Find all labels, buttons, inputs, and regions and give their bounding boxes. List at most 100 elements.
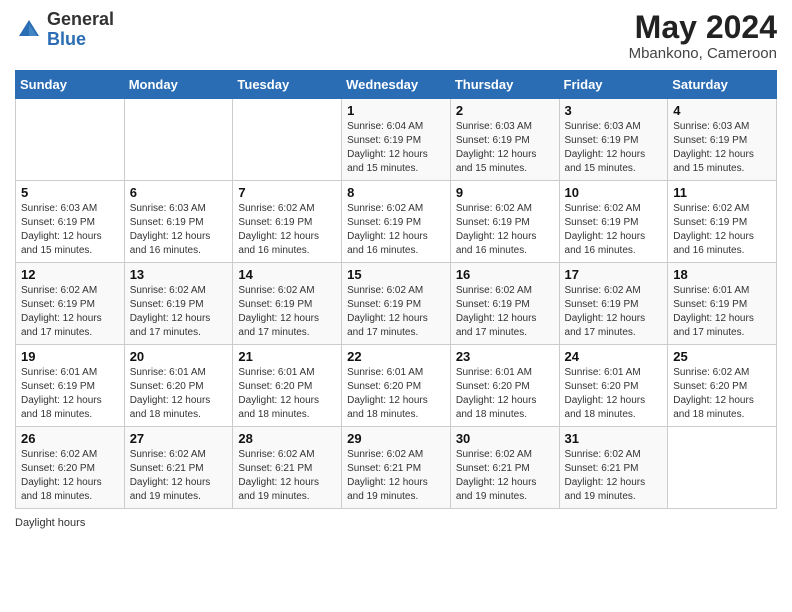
table-row: 24Sunrise: 6:01 AM Sunset: 6:20 PM Dayli… xyxy=(559,345,668,427)
table-row: 22 Sunrise: 6:01 AM Sunset: 6:20 PM Dayli… xyxy=(342,345,451,427)
day-info: Sunrise: 6:02 AM Sunset: 6:19 PM Dayligh… xyxy=(565,284,663,340)
day-number: 11 xyxy=(673,185,771,200)
title-block: May 2024 Mbankono, Cameroon xyxy=(629,10,777,62)
table-row: 12 Sunrise: 6:02 AM Sunset: 6:19 PM Dayli… xyxy=(16,263,125,345)
day-info: Sunrise: 6:03 AM Sunset: 6:19 PM Dayligh… xyxy=(673,120,771,176)
day-number: 9 xyxy=(456,185,554,200)
day-info: Sunrise: 6:02 AM Sunset: 6:19 PM Dayligh… xyxy=(238,202,336,258)
logo-blue-text: Blue xyxy=(47,30,114,50)
calendar-table: Sunday Monday Tuesday Wednesday Thursday… xyxy=(15,70,777,509)
table-row: 21Sunrise: 6:01 AM Sunset: 6:20 PM Dayli… xyxy=(233,345,342,427)
day-number: 14 xyxy=(238,267,336,282)
table-row xyxy=(233,99,342,181)
calendar-week-row: 12 Sunrise: 6:02 AM Sunset: 6:19 PM Dayli… xyxy=(16,263,777,345)
day-number: 27 xyxy=(130,431,228,446)
day-number: 19 xyxy=(21,349,119,364)
col-tuesday: Tuesday xyxy=(233,71,342,99)
day-number: 22 xyxy=(347,349,445,364)
calendar-page: General Blue May 2024 Mbankono, Cameroon… xyxy=(0,0,792,612)
table-row: 2 Sunrise: 6:03 AM Sunset: 6:19 PM Daylig… xyxy=(450,99,559,181)
day-number: 2 xyxy=(456,103,554,118)
day-number: 26 xyxy=(21,431,119,446)
day-number: 4 xyxy=(673,103,771,118)
table-row: 25 Sunrise: 6:02 AM Sunset: 6:20 PM Dayli… xyxy=(668,345,777,427)
day-number: 25 xyxy=(673,349,771,364)
day-info: Sunrise: 6:02 AM Sunset: 6:20 PM Dayligh… xyxy=(21,448,119,504)
day-info: Sunrise: 6:02 AM Sunset: 6:19 PM Dayligh… xyxy=(565,202,663,258)
day-number: 7 xyxy=(238,185,336,200)
calendar-week-row: 26 Sunrise: 6:02 AM Sunset: 6:20 PM Dayli… xyxy=(16,427,777,509)
day-number: 15 xyxy=(347,267,445,282)
table-row: 4 Sunrise: 6:03 AM Sunset: 6:19 PM Daylig… xyxy=(668,99,777,181)
table-row: 30Sunrise: 6:02 AM Sunset: 6:21 PM Dayli… xyxy=(450,427,559,509)
day-number: 10 xyxy=(565,185,663,200)
day-info: Sunrise: 6:01 AM Sunset: 6:19 PM Dayligh… xyxy=(673,284,771,340)
table-row: 10 Sunrise: 6:02 AM Sunset: 6:19 PM Dayli… xyxy=(559,181,668,263)
table-row: 26 Sunrise: 6:02 AM Sunset: 6:20 PM Dayli… xyxy=(16,427,125,509)
day-info: Sunrise: 6:01 AM Sunset: 6:20 PM Dayligh… xyxy=(347,366,445,422)
day-info: Sunrise: 6:03 AM Sunset: 6:19 PM Dayligh… xyxy=(456,120,554,176)
day-info: Sunrise: 6:01 AM Sunset: 6:20 PM Dayligh… xyxy=(456,366,554,422)
day-info: Sunrise: 6:02 AM Sunset: 6:19 PM Dayligh… xyxy=(238,284,336,340)
table-row: 23Sunrise: 6:01 AM Sunset: 6:20 PM Dayli… xyxy=(450,345,559,427)
day-info: Sunrise: 6:03 AM Sunset: 6:19 PM Dayligh… xyxy=(565,120,663,176)
day-number: 18 xyxy=(673,267,771,282)
table-row: 14 Sunrise: 6:02 AM Sunset: 6:19 PM Dayli… xyxy=(233,263,342,345)
day-info: Sunrise: 6:04 AM Sunset: 6:19 PM Dayligh… xyxy=(347,120,445,176)
day-number: 31 xyxy=(565,431,663,446)
table-row xyxy=(668,427,777,509)
table-row: 6 Sunrise: 6:03 AM Sunset: 6:19 PM Daylig… xyxy=(124,181,233,263)
day-number: 3 xyxy=(565,103,663,118)
calendar-header-row: Sunday Monday Tuesday Wednesday Thursday… xyxy=(16,71,777,99)
table-row xyxy=(124,99,233,181)
day-number: 17 xyxy=(565,267,663,282)
day-info: Sunrise: 6:03 AM Sunset: 6:19 PM Dayligh… xyxy=(130,202,228,258)
day-info: Sunrise: 6:02 AM Sunset: 6:19 PM Dayligh… xyxy=(21,284,119,340)
day-number: 6 xyxy=(130,185,228,200)
table-row xyxy=(16,99,125,181)
day-number: 1 xyxy=(347,103,445,118)
table-row: 1 Sunrise: 6:04 AM Sunset: 6:19 PM Daylig… xyxy=(342,99,451,181)
col-monday: Monday xyxy=(124,71,233,99)
table-row: 20Sunrise: 6:01 AM Sunset: 6:20 PM Dayli… xyxy=(124,345,233,427)
day-number: 13 xyxy=(130,267,228,282)
day-number: 30 xyxy=(456,431,554,446)
calendar-week-row: 1 Sunrise: 6:04 AM Sunset: 6:19 PM Daylig… xyxy=(16,99,777,181)
day-info: Sunrise: 6:02 AM Sunset: 6:19 PM Dayligh… xyxy=(456,284,554,340)
table-row: 18 Sunrise: 6:01 AM Sunset: 6:19 PM Dayli… xyxy=(668,263,777,345)
day-info: Sunrise: 6:02 AM Sunset: 6:19 PM Dayligh… xyxy=(347,202,445,258)
day-info: Sunrise: 6:02 AM Sunset: 6:21 PM Dayligh… xyxy=(347,448,445,504)
table-row: 19 Sunrise: 6:01 AM Sunset: 6:19 PM Dayli… xyxy=(16,345,125,427)
day-number: 29 xyxy=(347,431,445,446)
col-thursday: Thursday xyxy=(450,71,559,99)
daylight-hours-label: Daylight hours xyxy=(15,517,85,529)
page-header: General Blue May 2024 Mbankono, Cameroon xyxy=(15,10,777,62)
table-row: 3 Sunrise: 6:03 AM Sunset: 6:19 PM Daylig… xyxy=(559,99,668,181)
day-info: Sunrise: 6:02 AM Sunset: 6:21 PM Dayligh… xyxy=(565,448,663,504)
day-number: 21 xyxy=(238,349,336,364)
table-row: 11 Sunrise: 6:02 AM Sunset: 6:19 PM Dayli… xyxy=(668,181,777,263)
col-friday: Friday xyxy=(559,71,668,99)
day-info: Sunrise: 6:02 AM Sunset: 6:19 PM Dayligh… xyxy=(456,202,554,258)
table-row: 28Sunrise: 6:02 AM Sunset: 6:21 PM Dayli… xyxy=(233,427,342,509)
col-sunday: Sunday xyxy=(16,71,125,99)
day-info: Sunrise: 6:01 AM Sunset: 6:20 PM Dayligh… xyxy=(130,366,228,422)
table-row: 13Sunrise: 6:02 AM Sunset: 6:19 PM Dayli… xyxy=(124,263,233,345)
logo-icon xyxy=(15,16,43,44)
day-number: 12 xyxy=(21,267,119,282)
logo-general-text: General xyxy=(47,10,114,30)
day-info: Sunrise: 6:01 AM Sunset: 6:19 PM Dayligh… xyxy=(21,366,119,422)
table-row: 27 Sunrise: 6:02 AM Sunset: 6:21 PM Dayli… xyxy=(124,427,233,509)
day-info: Sunrise: 6:02 AM Sunset: 6:20 PM Dayligh… xyxy=(673,366,771,422)
day-info: Sunrise: 6:02 AM Sunset: 6:21 PM Dayligh… xyxy=(130,448,228,504)
calendar-week-row: 5 Sunrise: 6:03 AM Sunset: 6:19 PM Daylig… xyxy=(16,181,777,263)
day-number: 24 xyxy=(565,349,663,364)
table-row: 16Sunrise: 6:02 AM Sunset: 6:19 PM Dayli… xyxy=(450,263,559,345)
calendar-week-row: 19 Sunrise: 6:01 AM Sunset: 6:19 PM Dayli… xyxy=(16,345,777,427)
day-number: 28 xyxy=(238,431,336,446)
day-info: Sunrise: 6:02 AM Sunset: 6:19 PM Dayligh… xyxy=(347,284,445,340)
day-number: 5 xyxy=(21,185,119,200)
day-info: Sunrise: 6:02 AM Sunset: 6:19 PM Dayligh… xyxy=(673,202,771,258)
col-saturday: Saturday xyxy=(668,71,777,99)
day-number: 8 xyxy=(347,185,445,200)
